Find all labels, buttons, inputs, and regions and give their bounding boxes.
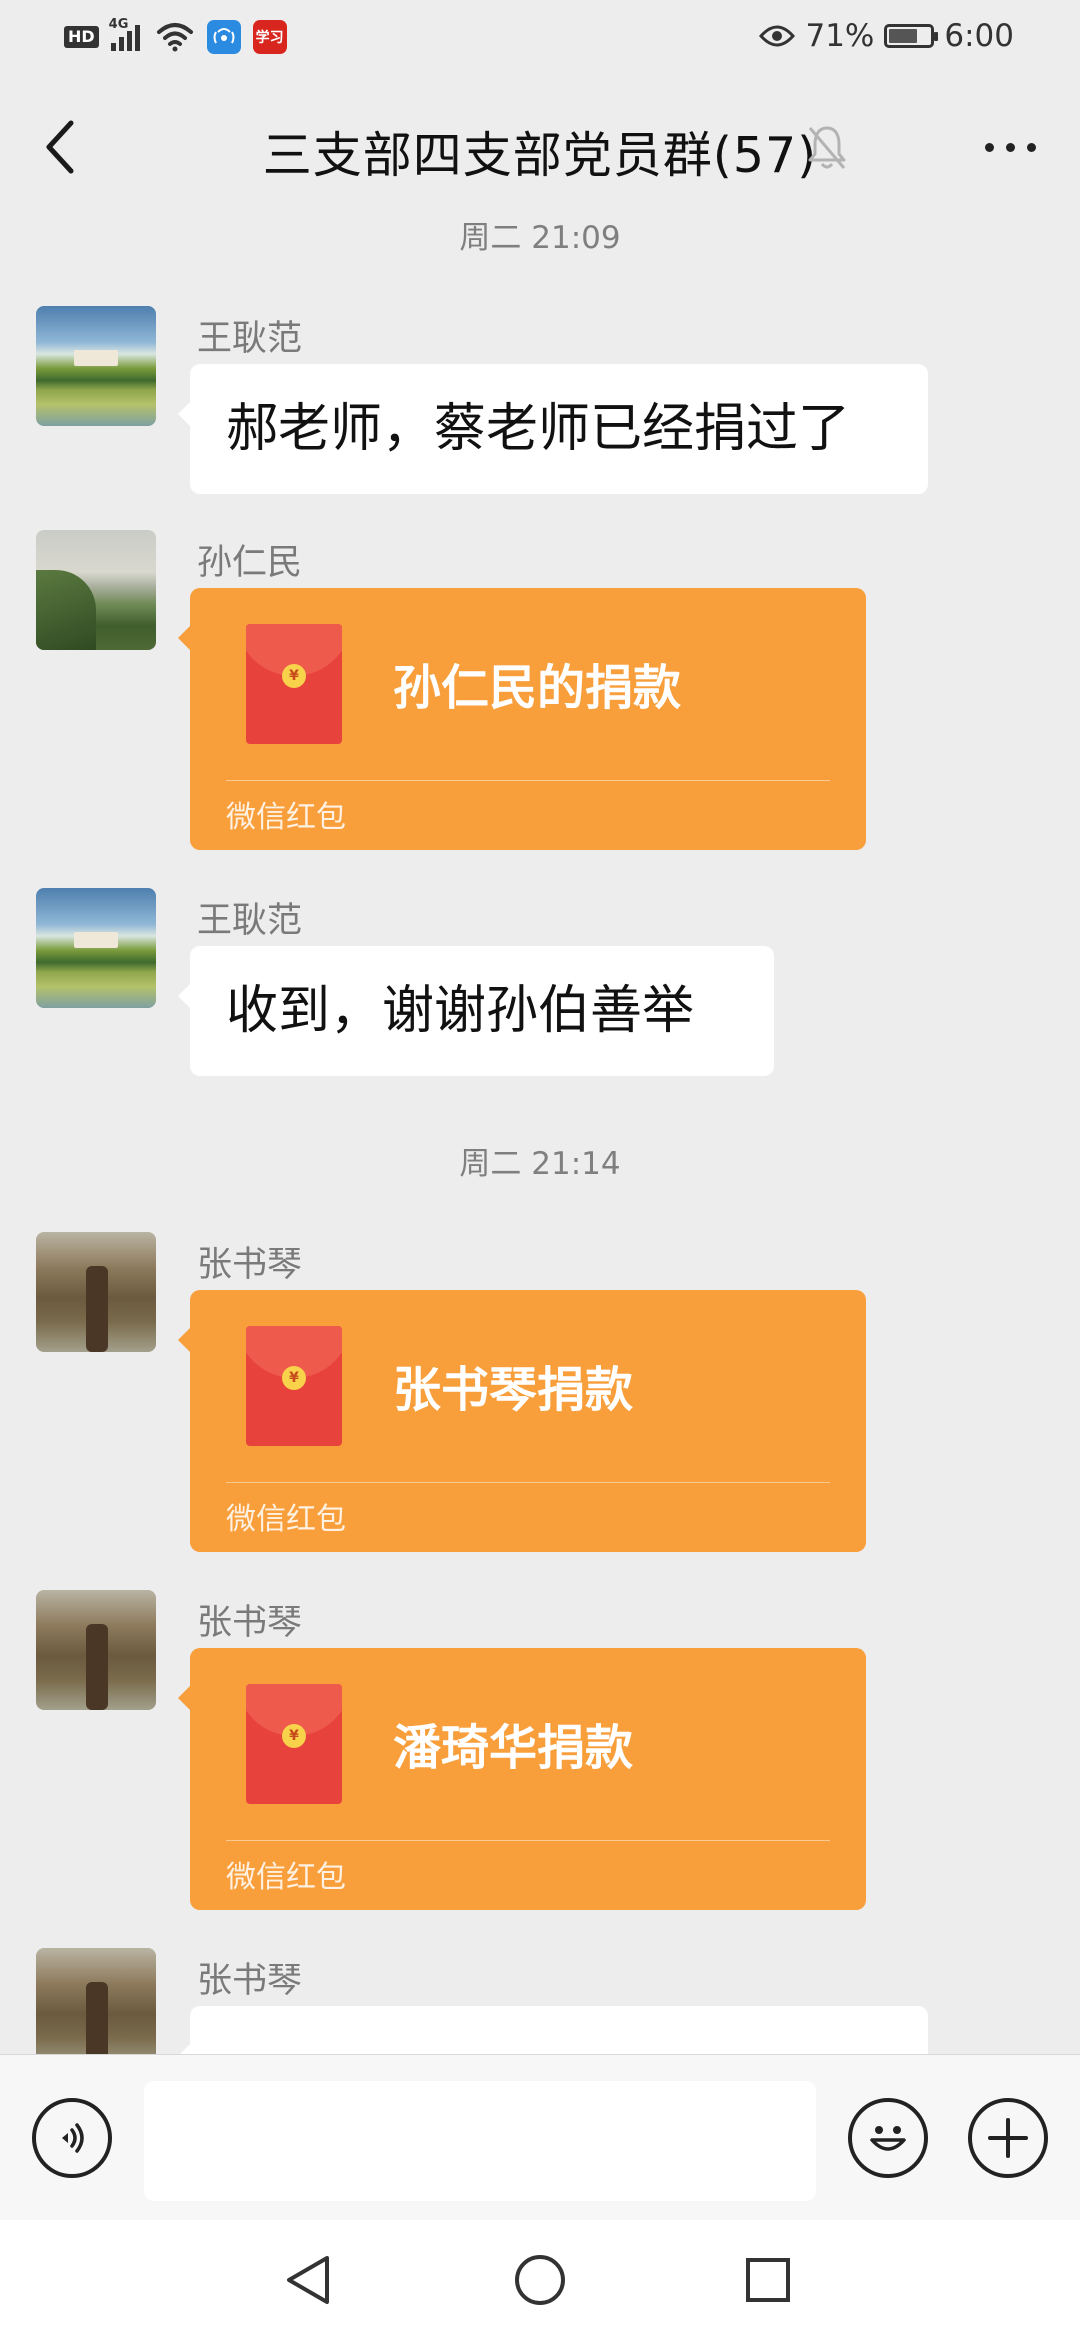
more-button[interactable] — [970, 122, 1050, 172]
sender-name: 王耿范 — [197, 319, 303, 359]
divider — [226, 780, 830, 781]
title-bar: 三支部四支部党员群(57) — [0, 72, 1080, 222]
status-left: HD 4G 学习 — [64, 17, 287, 56]
red-packet-label: 微信红包 — [226, 800, 346, 835]
nav-recents-icon — [746, 2258, 790, 2302]
red-envelope-icon: ¥ — [246, 1326, 342, 1446]
divider — [226, 1840, 830, 1841]
avatar[interactable] — [36, 306, 156, 426]
avatar[interactable] — [36, 530, 156, 650]
red-envelope-icon: ¥ — [246, 624, 342, 744]
red-packet-label: 微信红包 — [226, 1502, 346, 1537]
hd-badge: HD — [64, 26, 99, 48]
eye-comfort-icon — [759, 25, 796, 47]
emoji-icon — [870, 2126, 906, 2151]
input-bar — [0, 2054, 1080, 2221]
hotspot-app-icon — [206, 20, 241, 54]
red-packet-message[interactable]: ¥ 潘琦华捐款 微信红包 — [178, 1648, 866, 1910]
text-message[interactable]: 收到，谢谢孙伯善举 — [178, 946, 774, 1076]
status-right: 71% 6:00 — [759, 14, 1014, 58]
timestamp: 周二 21:09 — [459, 220, 621, 256]
plus-icon — [988, 2118, 1028, 2158]
nav-home-button[interactable] — [500, 2240, 580, 2320]
red-packet-message[interactable]: ¥ 孙仁民的捐款 微信红包 — [178, 588, 866, 850]
message-input[interactable] — [144, 2081, 816, 2201]
chat-title: 三支部四支部党员群(57) — [262, 127, 818, 184]
voice-button[interactable] — [32, 2098, 112, 2178]
navigation-bar — [0, 2220, 1080, 2340]
red-packet-label: 微信红包 — [226, 1860, 346, 1895]
sender-name: 张书琴 — [197, 1603, 303, 1643]
red-envelope-icon: ¥ — [246, 1684, 342, 1804]
battery-percent: 71% — [805, 18, 875, 54]
avatar[interactable] — [36, 888, 156, 1008]
sender-name: 张书琴 — [197, 1245, 303, 1285]
red-packet-title: 孙仁民的捐款 — [393, 660, 682, 716]
plus-button[interactable] — [968, 2098, 1048, 2178]
more-icon — [984, 142, 994, 152]
study-app-icon: 学习 — [252, 20, 287, 54]
red-packet-title: 张书琴捐款 — [393, 1362, 634, 1418]
sender-name: 孙仁民 — [197, 543, 303, 583]
sender-name: 王耿范 — [197, 901, 303, 941]
nav-back-icon — [287, 2256, 329, 2304]
sender-name: 张书琴 — [197, 1961, 303, 2001]
timestamp: 周二 21:14 — [459, 1146, 621, 1182]
clock: 6:00 — [944, 18, 1014, 54]
status-bar: HD 4G 学习 71% 6:00 — [0, 0, 1080, 72]
text-message[interactable]: 郝老师，蔡老师已经捐过了 — [178, 364, 928, 494]
divider — [226, 1482, 830, 1483]
emoji-button[interactable] — [848, 2098, 928, 2178]
nav-home-icon — [515, 2255, 565, 2305]
red-packet-message[interactable]: ¥ 张书琴捐款 微信红包 — [178, 1290, 866, 1552]
avatar[interactable] — [36, 1232, 156, 1352]
avatar[interactable] — [36, 1590, 156, 1710]
message-text: 郝老师，蔡老师已经捐过了 — [226, 399, 851, 459]
wifi-icon — [156, 23, 193, 52]
nav-back-button[interactable] — [268, 2240, 348, 2320]
voice-icon — [62, 2123, 84, 2153]
avatar[interactable] — [36, 1948, 156, 2068]
battery-level — [889, 29, 918, 43]
nav-recents-button[interactable] — [728, 2240, 808, 2320]
network-type: 4G — [108, 17, 129, 32]
battery-icon — [884, 24, 939, 48]
signal-icon: 4G — [109, 17, 143, 51]
mute-bell-icon — [808, 126, 846, 169]
red-packet-title: 潘琦华捐款 — [393, 1720, 634, 1776]
message-text: 收到，谢谢孙伯善举 — [226, 981, 695, 1041]
